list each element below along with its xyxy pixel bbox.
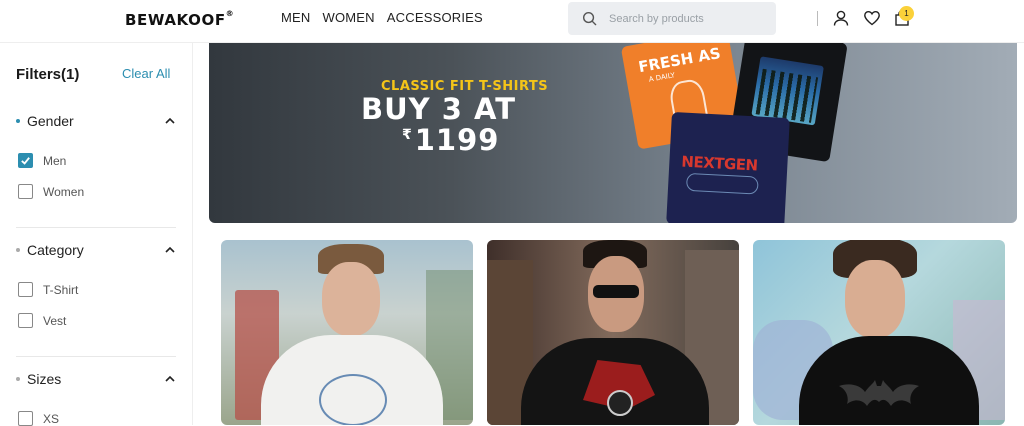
filter-option-label: Women (43, 184, 85, 199)
search-icon (582, 11, 597, 26)
nav-men[interactable]: MEN (281, 10, 311, 25)
search-bar[interactable] (568, 2, 776, 35)
checkbox[interactable] (18, 411, 33, 426)
filter-option-women[interactable]: Women (18, 184, 84, 199)
section-divider (16, 227, 176, 228)
user-icon[interactable] (832, 9, 850, 27)
filter-option-tshirt[interactable]: T-Shirt (18, 282, 78, 297)
checkbox-checked[interactable] (18, 153, 33, 168)
model-face (845, 260, 905, 338)
filter-option-label: T-Shirt (43, 282, 79, 297)
filter-dot (16, 248, 20, 252)
filter-section-label: Sizes (27, 371, 62, 387)
model-face (322, 262, 380, 336)
section-divider (16, 356, 176, 357)
product-card[interactable] (753, 240, 1005, 425)
filter-dot (16, 377, 20, 381)
sunglasses (593, 285, 639, 298)
filter-section-sizes[interactable]: Sizes (16, 371, 176, 387)
product-card[interactable] (221, 240, 473, 425)
filters-sidebar: Filters(1) Clear All Gender Men Women Ca… (0, 43, 193, 426)
nav-accessories[interactable]: ACCESSORIES (387, 10, 483, 25)
filter-option-xs[interactable]: XS (18, 411, 59, 426)
chevron-up-icon[interactable] (164, 115, 176, 127)
main-nav: MEN WOMEN ACCESSORIES (281, 10, 483, 25)
filter-option-label: Men (43, 153, 67, 168)
filter-option-vest[interactable]: Vest (18, 313, 66, 328)
filter-option-label: XS (43, 411, 60, 426)
search-input[interactable] (609, 12, 769, 25)
wishlist-heart-icon[interactable] (863, 9, 881, 27)
chevron-up-icon[interactable] (164, 373, 176, 385)
checkbox[interactable] (18, 282, 33, 297)
header-divider (817, 11, 818, 26)
banner-price-value: 1199 (414, 123, 500, 157)
nav-women[interactable]: WOMEN (323, 10, 375, 25)
checkbox[interactable] (18, 313, 33, 328)
banner-headline: BUY 3 AT (361, 92, 516, 126)
active-filter-dot (16, 119, 20, 123)
tee-print-text: FRESH AS (637, 44, 722, 77)
currency-symbol: ₹ (402, 127, 413, 143)
cart-count-badge: 1 (899, 6, 914, 21)
filter-section-category[interactable]: Category (16, 242, 176, 258)
brand-logo-text: BEWAKOOF (125, 11, 226, 29)
filters-title: Filters(1) (16, 66, 80, 83)
top-header: BEWAKOOF® MEN WOMEN ACCESSORIES 1 (0, 0, 1024, 43)
promo-banner[interactable]: CLASSIC FIT T-SHIRTS BUY 3 AT ₹1199 FRES… (209, 43, 1017, 223)
banner-price: ₹1199 (402, 123, 499, 157)
filter-option-label: Vest (43, 313, 67, 328)
checkbox[interactable] (18, 184, 33, 199)
check-icon (21, 157, 30, 165)
filter-section-gender[interactable]: Gender (16, 113, 176, 129)
chevron-up-icon[interactable] (164, 244, 176, 256)
filter-section-label: Category (27, 242, 84, 258)
brand-logo[interactable]: BEWAKOOF® (125, 9, 235, 29)
filter-section-label: Gender (27, 113, 74, 129)
product-card[interactable] (487, 240, 739, 425)
brand-logo-mark: ® (225, 9, 235, 18)
tee-print-text: NEXTGEN (680, 152, 759, 175)
navy-tshirt-image: NEXTGEN (666, 111, 790, 223)
clear-all-button[interactable]: Clear All (122, 66, 170, 81)
batman-logo-print (839, 380, 919, 406)
filter-option-men[interactable]: Men (18, 153, 66, 168)
